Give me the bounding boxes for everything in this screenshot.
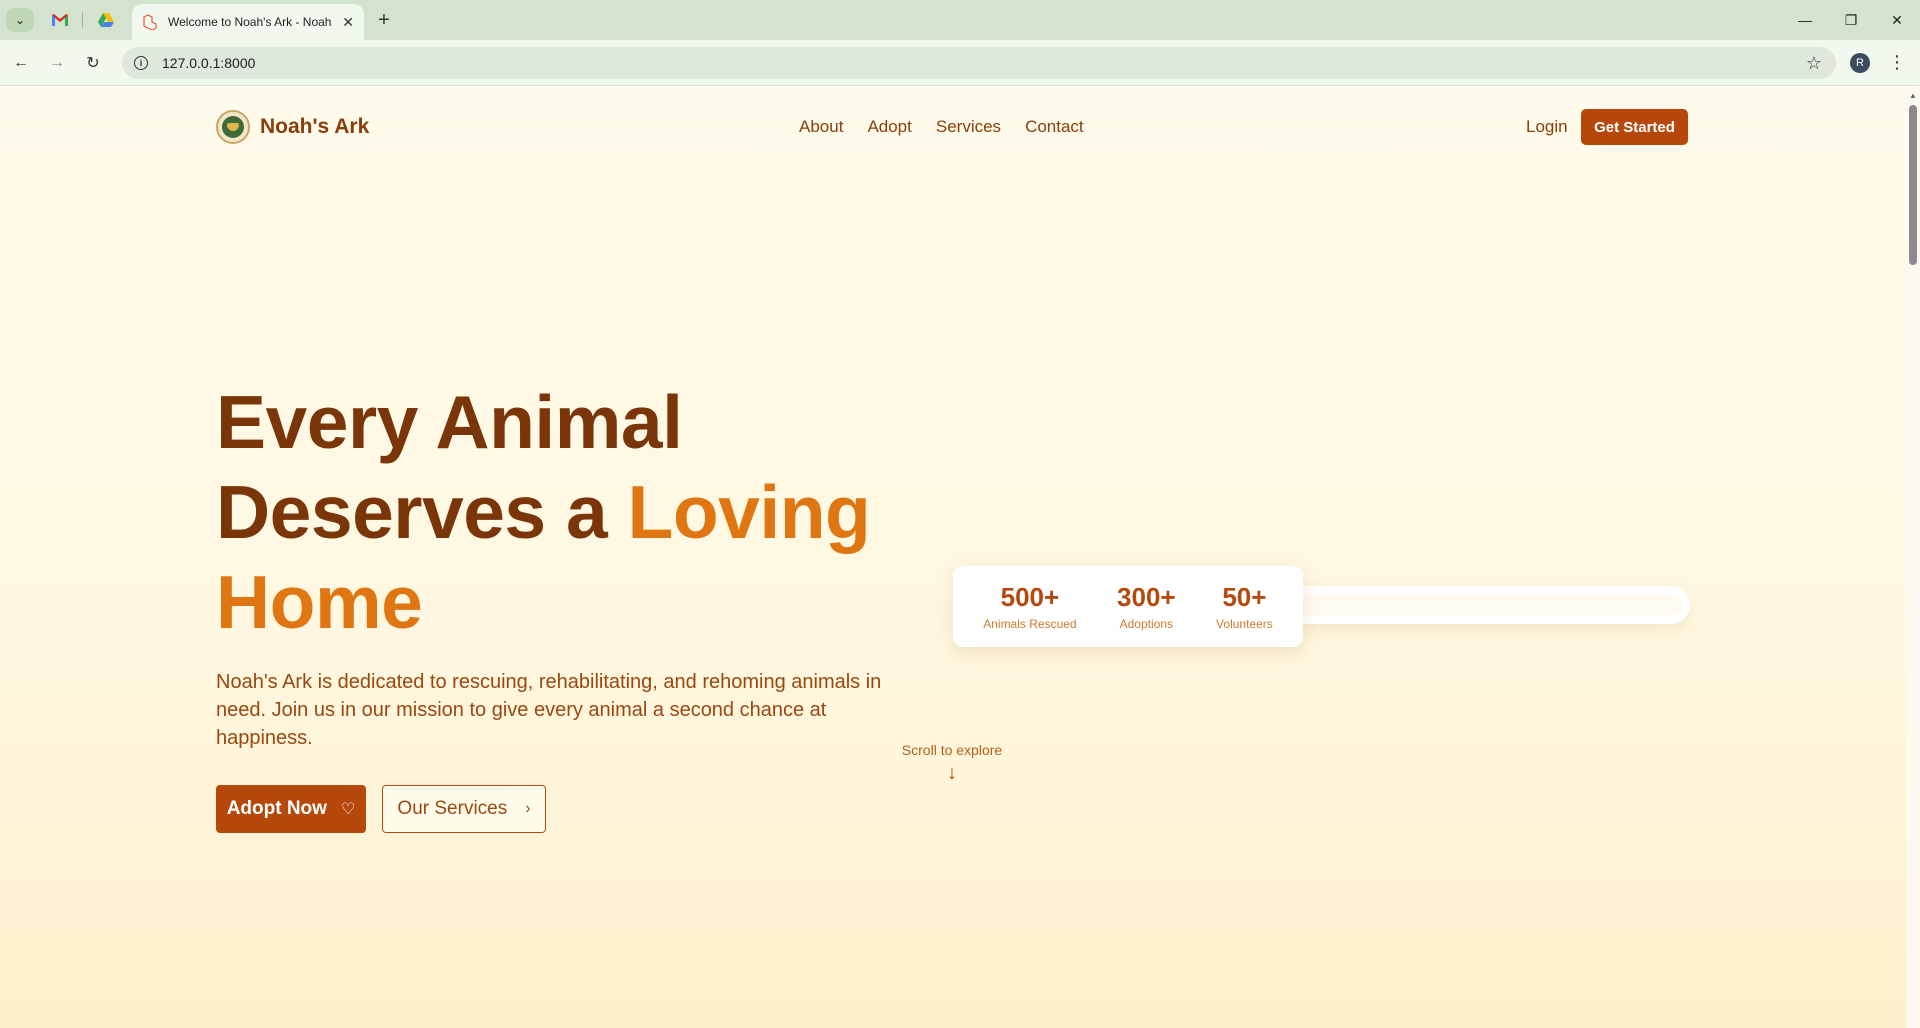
restore-button[interactable]: ❐	[1828, 6, 1874, 34]
laravel-icon	[143, 14, 157, 30]
nav-link-services[interactable]: Services	[936, 117, 1001, 137]
drive-pinned-tab[interactable]	[88, 8, 124, 32]
stat-label: Volunteers	[1216, 617, 1273, 631]
hero-title: Every Animal Deserves a Loving Home	[216, 377, 871, 647]
adopt-now-button[interactable]: Adopt Now ♡	[216, 785, 366, 833]
stats-track	[1250, 586, 1690, 624]
pinned-separator	[82, 12, 83, 28]
stat-label: Adoptions	[1119, 617, 1173, 631]
main-nav: About Adopt Services Contact	[799, 117, 1084, 137]
our-services-label: Our Services	[397, 798, 508, 819]
hero-title-line3: Home	[216, 560, 423, 644]
browser-toolbar: ← → ↻ i 127.0.0.1:8000 ☆ R ⋮	[0, 40, 1920, 86]
stat-animals-rescued: 500+ Animals Rescued	[983, 582, 1076, 631]
forward-button[interactable]: →	[44, 50, 70, 76]
get-started-button[interactable]: Get Started	[1581, 109, 1688, 145]
scroll-hint-label: Scroll to explore	[901, 742, 1003, 758]
nav-link-contact[interactable]: Contact	[1025, 117, 1084, 137]
stat-value: 500+	[1000, 582, 1060, 612]
stats-card: 500+ Animals Rescued 300+ Adoptions 50+ …	[953, 566, 1303, 647]
chevron-right-icon: ›	[525, 800, 531, 817]
hero-title-accent: Loving	[627, 470, 871, 554]
heart-icon: ♡	[340, 801, 356, 818]
adopt-now-label: Adopt Now	[226, 798, 327, 819]
stat-label: Animals Rescued	[983, 617, 1077, 631]
info-icon[interactable]: i	[134, 56, 148, 70]
drive-icon	[98, 13, 114, 27]
tab-title: Welcome to Noah's Ark - Noah	[168, 15, 332, 29]
nav-link-adopt[interactable]: Adopt	[867, 117, 911, 137]
page-scrollbar[interactable]: ▲	[1906, 87, 1920, 1028]
our-services-button[interactable]: Our Services ›	[382, 785, 546, 833]
active-tab[interactable]: Welcome to Noah's Ark - Noah ✕	[132, 4, 364, 40]
arrow-down-icon: ↓	[947, 762, 957, 784]
url-text[interactable]: 127.0.0.1:8000	[162, 55, 255, 71]
profile-avatar[interactable]: R	[1850, 53, 1870, 73]
logo[interactable]	[216, 110, 250, 144]
stat-adoptions: 300+ Adoptions	[1117, 582, 1176, 631]
login-link[interactable]: Login	[1526, 117, 1568, 137]
reload-button[interactable]: ↻	[80, 50, 106, 76]
hero-title-line2: Deserves a	[216, 470, 628, 554]
scroll-up-icon[interactable]: ▲	[1909, 91, 1917, 100]
back-button[interactable]: ←	[8, 50, 34, 76]
scrollbar-thumb[interactable]	[1909, 105, 1917, 265]
close-window-button[interactable]: ✕	[1874, 6, 1920, 34]
tab-search-button[interactable]: ⌄	[6, 8, 34, 32]
hero-description: Noah's Ark is dedicated to rescuing, reh…	[216, 671, 882, 749]
more-menu-icon[interactable]: ⋮	[1888, 52, 1906, 73]
brand-name[interactable]: Noah's Ark	[260, 115, 369, 139]
new-tab-button[interactable]: +	[372, 8, 396, 32]
gmail-pinned-tab[interactable]	[42, 8, 78, 32]
scroll-hint[interactable]: Scroll to explore ↓	[880, 742, 1024, 785]
bookmark-star-icon[interactable]: ☆	[1806, 53, 1822, 74]
close-icon[interactable]: ✕	[342, 14, 354, 31]
address-bar[interactable]: i 127.0.0.1:8000 ☆	[122, 47, 1836, 79]
stat-value: 50+	[1222, 582, 1267, 612]
stat-volunteers: 50+ Volunteers	[1216, 582, 1273, 631]
hero-title-line1: Every Animal	[216, 380, 683, 464]
ark-icon	[222, 116, 244, 138]
page-viewport: Noah's Ark About Adopt Services Contact …	[0, 87, 1906, 1028]
stat-value: 300+	[1117, 582, 1176, 612]
site-header: Noah's Ark About Adopt Services Contact …	[216, 107, 1688, 147]
chevron-down-icon: ⌄	[14, 13, 26, 27]
nav-link-about[interactable]: About	[799, 117, 843, 137]
gmail-icon	[52, 14, 68, 26]
browser-tabbar: ⌄ Welcome to Noah's Ark - Noah ✕ + — ❐ ✕	[0, 0, 1920, 40]
minimize-button[interactable]: —	[1782, 6, 1828, 34]
